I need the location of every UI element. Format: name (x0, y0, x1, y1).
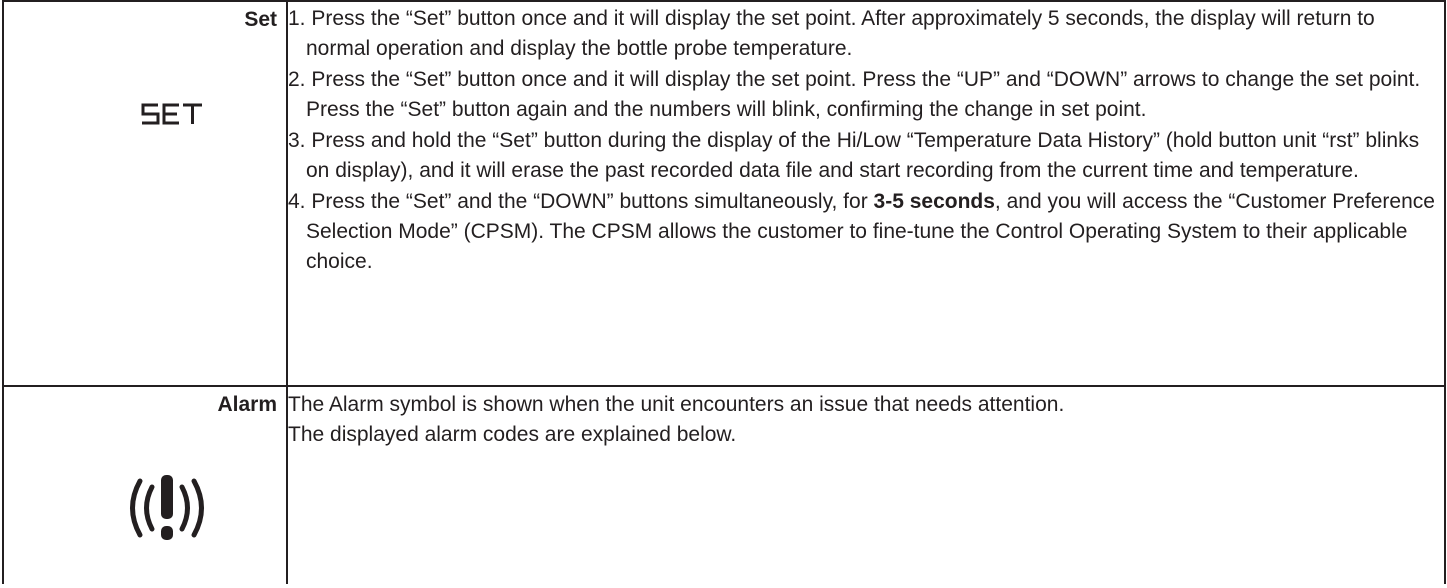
list-item: 4. Press the “Set” and the “DOWN” button… (288, 190, 1435, 273)
list-item: 3. Press and hold the “Set” button durin… (288, 129, 1420, 182)
alarm-label: Alarm (217, 393, 277, 416)
alarm-description-cell: The Alarm symbol is shown when the unit … (286, 385, 1446, 584)
list-item: 2. Press the “Set” button once and it wi… (288, 68, 1421, 121)
table-row-alarm: Alarm The Alarm symbol is shown when the… (2, 385, 1446, 584)
alarm-codes-note: The displayed alarm codes are explained … (288, 423, 737, 446)
set-label: Set (244, 8, 277, 31)
set-button-icon (141, 103, 202, 125)
set-description-cell: 1. Press the “Set” button once and it wi… (286, 0, 1446, 387)
emphasis-duration: 3-5 seconds (873, 190, 995, 213)
table-row-set: Set 1. Press the “Set” button once and i… (2, 0, 1446, 387)
alarm-description: The Alarm symbol is shown when the unit … (288, 393, 1065, 416)
alarm-icon (130, 475, 204, 540)
list-item: 1. Press the “Set” button once and it wi… (288, 7, 1375, 60)
alarm-label-cell: Alarm (2, 385, 288, 584)
controls-reference-table: Set 1. Press the “Set” button once and i… (2, 0, 1446, 584)
set-label-cell: Set (2, 0, 288, 387)
set-instructions-list: 1. Press the “Set” button once and it wi… (288, 2, 1444, 277)
